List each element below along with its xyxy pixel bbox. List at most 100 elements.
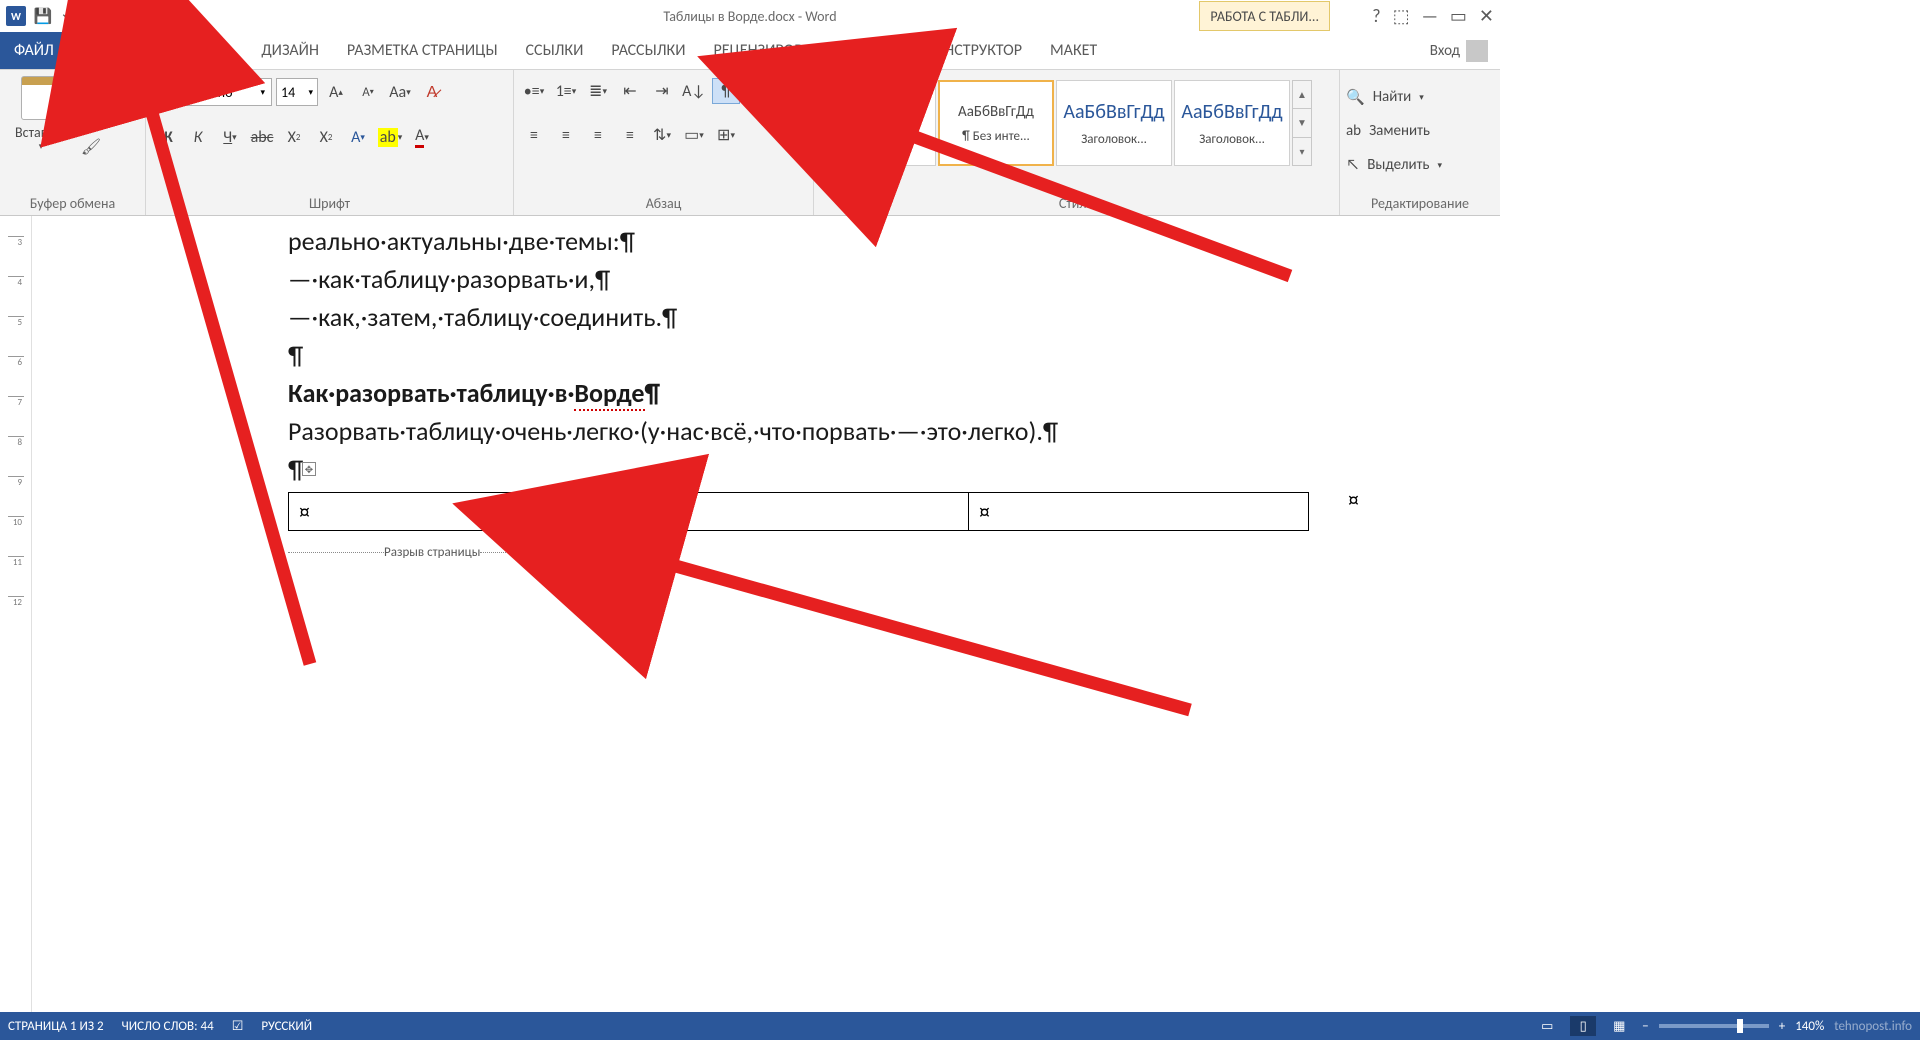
align-left-button[interactable]: ≡	[520, 122, 548, 148]
styles-scroll[interactable]: ▲ ▼ ▾	[1292, 80, 1312, 166]
doc-line[interactable]: Разорвать·таблицу·очень·легко·(у·нас·всё…	[288, 412, 1920, 450]
zoom-level[interactable]: 140%	[1795, 1019, 1824, 1034]
doc-line[interactable]: ¶	[288, 336, 1920, 374]
status-proofing-icon[interactable]: ☑	[232, 1019, 244, 1034]
doc-table[interactable]: ¤ ¤ ¤	[288, 492, 1309, 531]
shading-button[interactable]: ▭▾	[680, 122, 708, 148]
sort-button[interactable]: A↓	[680, 78, 708, 104]
cut-button[interactable]: ✂	[80, 80, 102, 102]
paste-button[interactable]: Вставить ▾	[6, 76, 76, 152]
tab-design[interactable]: ДИЗАЙН	[247, 32, 333, 69]
tab-home[interactable]: ГЛАВНАЯ	[68, 32, 160, 70]
find-button[interactable]: 🔍Найти ▾	[1346, 82, 1442, 112]
tab-insert[interactable]: ВСТАВКА	[159, 32, 247, 69]
doc-line[interactable]: —·как·таблицу·разорвать·и,¶	[288, 260, 1920, 298]
bold-button[interactable]: Ж	[152, 124, 180, 150]
italic-button[interactable]: К	[184, 124, 212, 150]
help-icon[interactable]: ?	[1372, 5, 1380, 27]
grow-font-button[interactable]: A▴	[322, 79, 350, 105]
close-icon[interactable]: ✕	[1479, 5, 1494, 27]
ribbon-tabs: ФАЙЛ ГЛАВНАЯ ВСТАВКА ДИЗАЙН РАЗМЕТКА СТР…	[0, 32, 1500, 70]
superscript-button[interactable]: X2	[312, 124, 340, 150]
line-spacing-button[interactable]: ⇅▾	[648, 122, 676, 148]
table-cell[interactable]: ¤	[629, 493, 969, 531]
statusbar: СТРАНИЦА 1 ИЗ 2 ЧИСЛО СЛОВ: 44 ☑ РУССКИЙ…	[0, 1012, 1920, 1040]
styles-expand-icon[interactable]: ▾	[1293, 138, 1311, 165]
clear-formatting-button[interactable]: A̷	[418, 79, 446, 105]
text-effects-button[interactable]: A▾	[344, 124, 372, 150]
zoom-in-button[interactable]: +	[1779, 1019, 1785, 1034]
redo-button[interactable]: ↷	[88, 5, 110, 27]
tab-layout[interactable]: МАКЕТ	[1036, 32, 1111, 69]
ribbon-options-icon[interactable]: ⬚	[1393, 5, 1410, 27]
doc-heading[interactable]: Как·разорвать·таблицу·в·Ворде¶	[288, 374, 1920, 412]
table-cell[interactable]: ¤	[289, 493, 629, 531]
vertical-ruler[interactable]: 3 4 5 6 7 8 9 10 11 12	[0, 216, 32, 1012]
select-button[interactable]: ↖Выделить ▾	[1346, 150, 1442, 180]
change-case-button[interactable]: Aa▾	[386, 79, 414, 105]
qat-customize[interactable]: ▾	[116, 5, 138, 27]
styles-down-icon[interactable]: ▼	[1293, 109, 1311, 137]
justify-button[interactable]: ≡	[616, 122, 644, 148]
tab-view[interactable]: ВИД	[854, 32, 911, 69]
maximize-icon[interactable]: ▭	[1450, 5, 1467, 27]
save-button[interactable]: 💾	[32, 5, 54, 27]
zoom-slider[interactable]	[1659, 1024, 1769, 1028]
table-cell[interactable]: ¤	[969, 493, 1309, 531]
view-print-button[interactable]: ▯	[1570, 1016, 1596, 1036]
view-read-button[interactable]: ▭	[1534, 1016, 1560, 1036]
status-page[interactable]: СТРАНИЦА 1 ИЗ 2	[8, 1019, 104, 1034]
underline-button[interactable]: Ч▾	[216, 124, 244, 150]
format-painter-button[interactable]: 🖌	[80, 136, 102, 158]
ribbon: Вставить ▾ ✂ ⎘ 🖌 Буфер обмена Calibri (О…	[0, 70, 1500, 216]
multilevel-button[interactable]: ≣▾	[584, 78, 612, 104]
styles-up-icon[interactable]: ▲	[1293, 81, 1311, 109]
font-size-input[interactable]: 14▾	[276, 78, 318, 106]
font-name-input[interactable]: Calibri (Осно▾	[152, 78, 272, 106]
font-color-button[interactable]: A▾	[408, 124, 436, 150]
highlight-button[interactable]: ab▾	[376, 124, 404, 150]
table-row[interactable]: ¤ ¤ ¤	[289, 493, 1309, 531]
table-anchor-icon[interactable]: ✥	[302, 462, 316, 476]
replace-button[interactable]: abЗаменить	[1346, 116, 1442, 146]
group-styles: АаБбВвГгДдОбычный АаБбВвГгДд¶ Без инте..…	[814, 70, 1340, 215]
numbering-button[interactable]: 1≡▾	[552, 78, 580, 104]
copy-button[interactable]: ⎘	[80, 108, 102, 130]
status-language[interactable]: РУССКИЙ	[261, 1019, 312, 1034]
minimize-icon[interactable]: —	[1422, 5, 1438, 27]
strikethrough-button[interactable]: abc	[248, 124, 276, 150]
doc-line[interactable]: —·как,·затем,·таблицу·соединить.¶	[288, 298, 1920, 336]
style-heading1[interactable]: АаБбВвГгДдЗаголовок...	[1056, 80, 1172, 166]
tab-page-layout[interactable]: РАЗМЕТКА СТРАНИЦЫ	[333, 32, 512, 69]
page[interactable]: реально·актуальны·две·темы:¶ —·как·табли…	[32, 216, 1920, 1012]
align-center-button[interactable]: ≡	[552, 122, 580, 148]
tab-review[interactable]: РЕЦЕНЗИРОВАНИЕ	[699, 32, 854, 69]
tab-references[interactable]: ССЫЛКИ	[512, 32, 598, 69]
status-words[interactable]: ЧИСЛО СЛОВ: 44	[122, 1019, 214, 1034]
tab-mailings[interactable]: РАССЫЛКИ	[597, 32, 699, 69]
view-web-button[interactable]: ▦	[1606, 1016, 1632, 1036]
shrink-font-button[interactable]: A▾	[354, 79, 382, 105]
end-row-marker: ¤	[1348, 486, 1359, 513]
align-right-button[interactable]: ≡	[584, 122, 612, 148]
group-font-label: Шрифт	[146, 191, 513, 215]
tab-file[interactable]: ФАЙЛ	[0, 32, 68, 69]
bullets-button[interactable]: •≡▾	[520, 78, 548, 104]
increase-indent-button[interactable]: ⇥	[648, 78, 676, 104]
style-heading2[interactable]: АаБбВвГгДдЗаголовок...	[1174, 80, 1290, 166]
group-font: Calibri (Осно▾ 14▾ A▴ A▾ Aa▾ A̷ Ж К Ч▾ a…	[146, 70, 514, 215]
doc-line[interactable]: реально·актуальны·две·темы:¶	[288, 222, 1920, 260]
subscript-button[interactable]: X2	[280, 124, 308, 150]
show-marks-button[interactable]: ¶	[712, 78, 740, 104]
style-normal[interactable]: АаБбВвГгДдОбычный	[820, 80, 936, 166]
zoom-out-button[interactable]: −	[1642, 1019, 1648, 1034]
sign-in-button[interactable]: Вход	[1418, 32, 1500, 69]
find-icon: 🔍	[1346, 88, 1365, 107]
decrease-indent-button[interactable]: ⇤	[616, 78, 644, 104]
tab-constructor[interactable]: КОНСТРУКТОР	[911, 32, 1036, 69]
doc-line[interactable]: ¶	[288, 450, 1920, 488]
table-tools-tab[interactable]: РАБОТА С ТАБЛИ...	[1199, 1, 1330, 31]
style-no-spacing[interactable]: АаБбВвГгДд¶ Без инте...	[938, 80, 1054, 166]
undo-button[interactable]: ↶▾	[60, 5, 82, 27]
borders-button[interactable]: ⊞▾	[712, 122, 740, 148]
